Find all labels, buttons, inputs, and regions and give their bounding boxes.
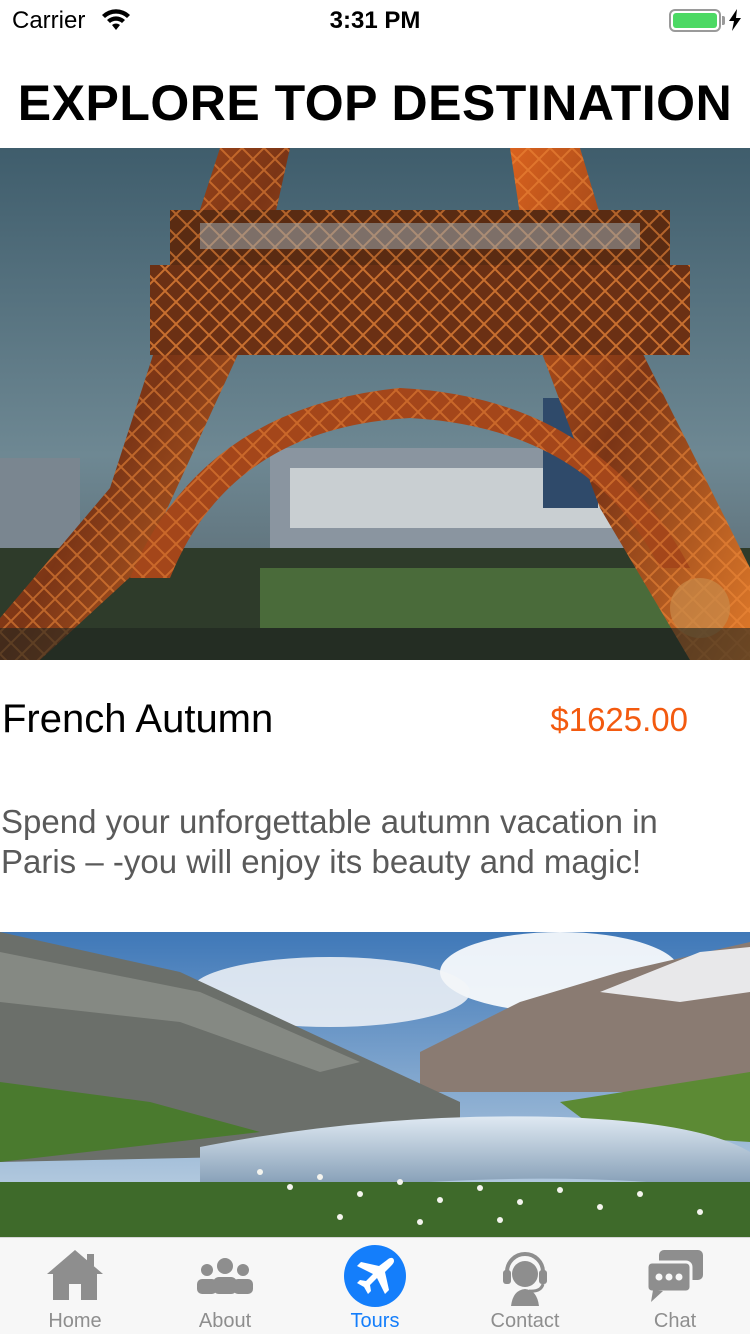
tour-title[interactable]: French Autumn [2,697,273,742]
eiffel-tower-photo [0,148,750,660]
battery-icon [669,9,721,32]
tab-bar: Home About Tours Contact Chat [0,1237,750,1334]
airplane-icon [344,1245,406,1307]
tab-tours-label: Tours [350,1310,400,1332]
status-time: 3:31 PM [329,7,421,34]
page-title: EXPLORE TOP DESTINATION [17,75,733,131]
tab-home[interactable]: Home [0,1238,150,1334]
tab-about[interactable]: About [150,1238,300,1334]
mountain-river-photo [0,932,750,1237]
tour-price: $1625.00 [550,701,688,738]
tab-contact[interactable]: Contact [450,1238,600,1334]
tab-contact-label: Contact [490,1310,560,1332]
status-bar: Carrier 3:31 PM [0,0,750,40]
tab-about-label: About [198,1310,252,1332]
people-icon [197,1258,253,1294]
tab-tours[interactable]: Tours [300,1238,450,1334]
tab-chat-label: Chat [653,1310,697,1332]
tour-image-mountain-river[interactable] [0,932,750,1237]
headset-icon [503,1252,547,1306]
battery-tip [722,16,725,25]
tab-chat[interactable]: Chat [600,1238,750,1334]
charging-bolt-icon [729,9,741,31]
tab-home-label: Home [48,1310,102,1332]
home-icon [47,1250,103,1300]
tour-image-eiffel-tower[interactable] [0,148,750,660]
chat-bubbles-icon [645,1250,703,1302]
tour-description: Spend your unforgettable autumn vacation… [1,803,658,880]
